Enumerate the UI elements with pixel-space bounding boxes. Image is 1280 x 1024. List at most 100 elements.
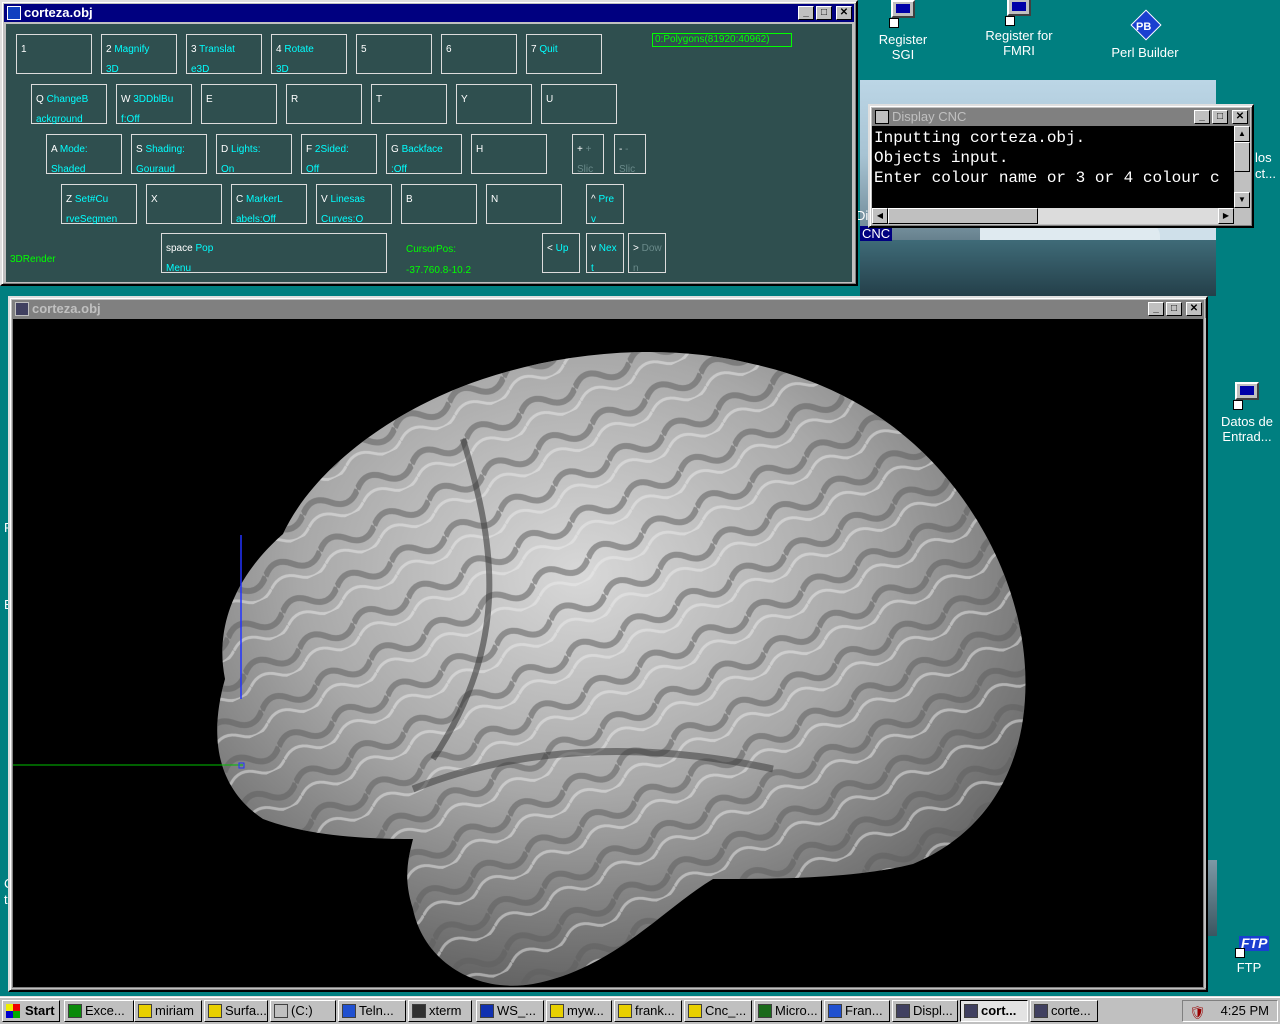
scroll-right-arrow-icon[interactable]: ▶: [1218, 208, 1234, 224]
start-button[interactable]: Start: [2, 1000, 60, 1022]
desktop-icon-ftp[interactable]: FTP FTP: [1206, 930, 1280, 975]
clock[interactable]: 4:25 PM: [1221, 1003, 1269, 1018]
render-window-titlebar[interactable]: corteza.obj _ □ ✕: [12, 300, 1204, 318]
taskbar-button-cort-active[interactable]: cort...: [960, 1000, 1028, 1022]
key-d[interactable]: D Lights: On: [216, 134, 292, 175]
taskbar-button-myw[interactable]: myw...: [546, 1000, 612, 1022]
key-c[interactable]: C MarkerL abels:Off: [231, 184, 307, 225]
render-canvas[interactable]: [12, 318, 1204, 988]
keyboard-window[interactable]: corteza.obj _ □ ✕ 0:Polygons(81920:40962…: [0, 0, 858, 286]
key-3[interactable]: 3 Translat e3D: [186, 34, 262, 75]
desktop-icon-perl-builder[interactable]: PB Perl Builder: [1100, 9, 1190, 60]
desktop-icon-datos-de-entrada[interactable]: Datos de Entrad...: [1202, 382, 1280, 444]
display-cnc-window[interactable]: Display CNC _ □ ✕ Inputting corteza.obj.…: [868, 104, 1254, 228]
key-label-line2: f:Off: [121, 114, 140, 125]
key-label-line2: t: [591, 263, 594, 274]
taskbar-button-micro[interactable]: Micro...: [754, 1000, 822, 1022]
maximize-button[interactable]: □: [1212, 110, 1228, 124]
taskbar-button-ws-ftp[interactable]: WS_...: [476, 1000, 544, 1022]
key-minus[interactable]: - - Slic: [614, 134, 646, 175]
taskbar-button-fran[interactable]: Fran...: [824, 1000, 890, 1022]
desktop-icon-label: Datos de Entrad...: [1220, 414, 1274, 444]
scroll-thumb[interactable]: [888, 208, 1038, 224]
key-gt[interactable]: > Dow n: [628, 233, 666, 274]
key-2[interactable]: 2 Magnify 3D: [101, 34, 177, 75]
key-caret[interactable]: ^ Pre v: [586, 184, 624, 225]
scroll-up-arrow-icon[interactable]: ▲: [1234, 126, 1250, 142]
render-window[interactable]: corteza.obj _ □ ✕: [8, 296, 1208, 992]
key-5[interactable]: 5: [356, 34, 432, 74]
key-letter: E: [206, 94, 213, 105]
key-q[interactable]: Q ChangeB ackground: [31, 84, 107, 125]
keyboard-window-titlebar[interactable]: corteza.obj _ □ ✕: [4, 4, 854, 22]
key-lt[interactable]: < Up: [542, 233, 580, 273]
key-a[interactable]: A Mode: Shaded: [46, 134, 122, 175]
key-label-line2: Curves:O: [321, 214, 364, 225]
close-button[interactable]: ✕: [1186, 302, 1202, 316]
display-cnc-titlebar[interactable]: Display CNC _ □ ✕: [872, 108, 1250, 126]
key-s[interactable]: S Shading: Gouraud: [131, 134, 207, 175]
key-h[interactable]: H: [471, 134, 547, 174]
key-x[interactable]: X: [146, 184, 222, 224]
key-label-line1: +: [585, 144, 592, 155]
horizontal-scrollbar[interactable]: ◀ ▶: [872, 208, 1234, 224]
minimize-button[interactable]: _: [798, 6, 814, 20]
taskbar-button-excel[interactable]: Exce...: [64, 1000, 134, 1022]
shield-icon[interactable]: 🛡: [1189, 1003, 1206, 1023]
taskbar-button-c-drive[interactable]: (C:): [270, 1000, 336, 1022]
taskbar-button-frank[interactable]: frank...: [614, 1000, 682, 1022]
key-f[interactable]: F 2Sided: Off: [301, 134, 377, 175]
close-button[interactable]: ✕: [836, 6, 852, 20]
taskbar-button-telnet[interactable]: Teln...: [338, 1000, 406, 1022]
key-6[interactable]: 6: [441, 34, 517, 74]
key-label-line1: Lights:: [231, 144, 261, 155]
key-g[interactable]: G Backface:Off: [386, 134, 462, 175]
maximize-button[interactable]: □: [816, 6, 832, 20]
minimize-button[interactable]: _: [1194, 110, 1210, 124]
minimize-button[interactable]: _: [1148, 302, 1164, 316]
key-letter: W: [121, 94, 131, 105]
desktop-icon-register-fmri[interactable]: Register for FMRI: [974, 0, 1064, 58]
console-output[interactable]: Inputting corteza.obj. Objects input. Ente…: [872, 126, 1234, 208]
perl-builder-icon: PB: [1130, 9, 1162, 42]
maximize-button[interactable]: □: [1166, 302, 1182, 316]
key-u[interactable]: U: [541, 84, 617, 124]
key-label-line1: Up: [555, 243, 569, 254]
key-letter: -: [619, 144, 623, 155]
taskbar-button-displ[interactable]: Displ...: [892, 1000, 958, 1022]
key-letter: F: [306, 144, 313, 155]
key-letter: R: [291, 94, 299, 105]
scroll-thumb[interactable]: [1234, 142, 1250, 172]
key-1[interactable]: 1: [16, 34, 92, 74]
desktop-icon-register-sgi[interactable]: Register SGI: [858, 0, 948, 62]
taskbar-button-surfa[interactable]: Surfa...: [204, 1000, 268, 1022]
key-t[interactable]: T: [371, 84, 447, 124]
key-label-line2: Gouraud: [136, 164, 175, 175]
key-r[interactable]: R: [286, 84, 362, 124]
key-7[interactable]: 7 Quit: [526, 34, 602, 74]
taskbar-button-miriam[interactable]: miriam: [134, 1000, 202, 1022]
key-plus[interactable]: + + Slic: [572, 134, 604, 175]
taskbar-button-cnc[interactable]: Cnc_...: [684, 1000, 752, 1022]
key-vv[interactable]: v Nex t: [586, 233, 624, 274]
corte-icon: [1034, 1004, 1048, 1018]
key-letter: C: [236, 194, 244, 205]
key-v[interactable]: V Linesas Curves:O: [316, 184, 392, 225]
key-w[interactable]: W 3DDblBu f:Off: [116, 84, 192, 125]
key-n[interactable]: N: [486, 184, 562, 224]
key-4[interactable]: 4 Rotate 3D: [271, 34, 347, 75]
taskbar-button-corte[interactable]: corte...: [1030, 1000, 1098, 1022]
vertical-scrollbar[interactable]: ▲ ▼: [1234, 126, 1250, 208]
key-space[interactable]: space Pop Menu: [161, 233, 387, 274]
close-button[interactable]: ✕: [1232, 110, 1248, 124]
key-label-line2: 3D: [106, 64, 119, 75]
taskbar-button-xterm[interactable]: xterm: [408, 1000, 472, 1022]
key-z[interactable]: Z Set#Cu rveSegmen: [61, 184, 137, 225]
scroll-left-arrow-icon[interactable]: ◀: [872, 208, 888, 224]
key-e[interactable]: E: [201, 84, 277, 124]
scroll-down-arrow-icon[interactable]: ▼: [1234, 192, 1250, 208]
key-letter: S: [136, 144, 143, 155]
taskbar-button-label: corte...: [1051, 1003, 1091, 1018]
key-y[interactable]: Y: [456, 84, 532, 124]
key-b[interactable]: B: [401, 184, 477, 224]
